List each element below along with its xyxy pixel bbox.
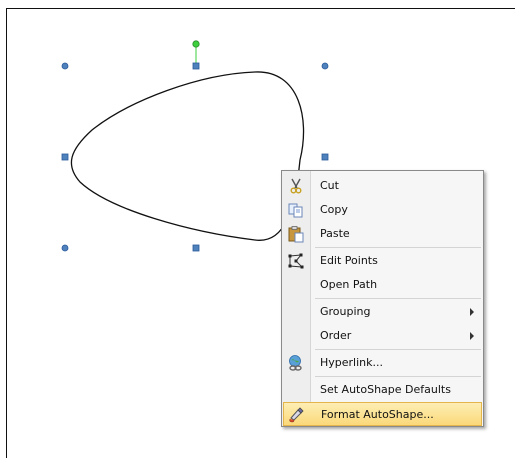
- submenu-arrow-icon: [470, 308, 474, 316]
- menu-item-set-autoshape-defaults[interactable]: Set AutoShape Defaults: [283, 378, 482, 402]
- menu-item-grouping[interactable]: Grouping: [283, 300, 482, 324]
- menu-item-label: Format AutoShape...: [321, 408, 434, 421]
- menu-item-edit-points[interactable]: Edit Points: [283, 249, 482, 273]
- copy-icon: [288, 203, 303, 218]
- menu-item-open-path[interactable]: Open Path: [283, 273, 482, 297]
- resize-handle-top-right[interactable]: [321, 62, 329, 70]
- menu-item-label: Open Path: [320, 278, 378, 291]
- menu-item-cut[interactable]: Cut: [283, 174, 482, 198]
- freeform-autoshape[interactable]: [70, 71, 305, 241]
- resize-handle-bottom[interactable]: [192, 244, 200, 252]
- menu-item-label: Order: [320, 329, 352, 342]
- resize-handle-left[interactable]: [61, 153, 69, 161]
- resize-handle-top-left[interactable]: [61, 62, 69, 70]
- paste-icon: [288, 226, 304, 243]
- resize-handle-right[interactable]: [321, 153, 329, 161]
- hyperlink-globe-icon: [289, 355, 302, 371]
- edit-points-icon: [288, 253, 304, 269]
- resize-handle-top[interactable]: [192, 62, 200, 70]
- menu-item-label: Copy: [320, 203, 348, 216]
- context-menu: Cut Copy Paste Edit Points Open Path Gro…: [281, 170, 484, 427]
- submenu-arrow-icon: [470, 332, 474, 340]
- resize-handle-bottom-left[interactable]: [61, 244, 69, 252]
- menu-separator: [315, 247, 481, 248]
- menu-item-label: Hyperlink...: [320, 356, 383, 369]
- menu-item-format-autoshape[interactable]: Format AutoShape...: [283, 402, 482, 426]
- rotation-handle[interactable]: [192, 40, 200, 48]
- format-brush-icon: [289, 407, 304, 423]
- scissors-icon: [290, 178, 302, 194]
- menu-item-hyperlink[interactable]: Hyperlink...: [283, 351, 482, 375]
- menu-separator: [315, 376, 481, 377]
- menu-item-label: Cut: [320, 179, 339, 192]
- menu-item-paste[interactable]: Paste: [283, 222, 482, 246]
- menu-separator: [315, 298, 481, 299]
- menu-item-order[interactable]: Order: [283, 324, 482, 348]
- menu-item-label: Paste: [320, 227, 350, 240]
- menu-item-label: Set AutoShape Defaults: [320, 383, 451, 396]
- menu-item-label: Edit Points: [320, 254, 378, 267]
- menu-item-label: Grouping: [320, 305, 371, 318]
- menu-item-copy[interactable]: Copy: [283, 198, 482, 222]
- menu-separator: [315, 349, 481, 350]
